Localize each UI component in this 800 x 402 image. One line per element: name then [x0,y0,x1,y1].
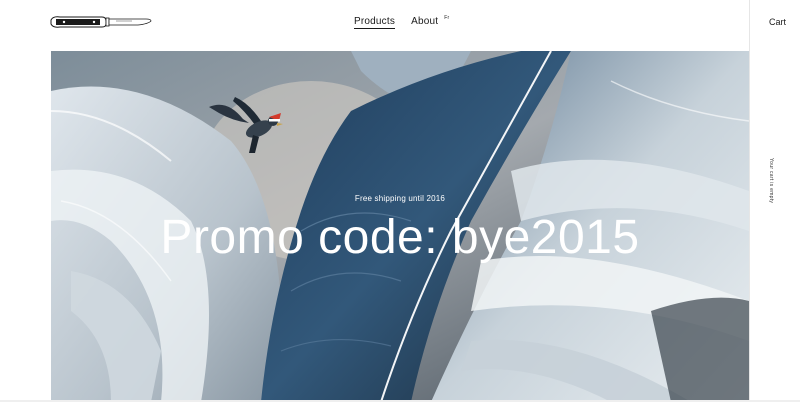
cart-panel: Cart Your cart is empty [749,0,800,402]
nav-products-link[interactable]: Products [354,16,396,29]
language-switch-link[interactable]: Fr [444,15,449,21]
knife-logo-icon[interactable] [50,14,152,30]
page: Products About Fr Cart Your cart is empt… [0,0,800,402]
promo-code-title: Promo code: bye2015 [160,211,640,264]
nav-about-link[interactable]: About [411,16,438,27]
hero-banner[interactable]: Free shipping until 2016 Promo code: bye… [51,51,749,402]
site-header: Products About Fr [0,0,750,50]
cart-link[interactable]: Cart [769,17,786,27]
cart-empty-message: Your cart is empty [768,158,774,204]
main-nav: Products About Fr [354,15,449,29]
hero-subtitle: Free shipping until 2016 [354,194,446,203]
